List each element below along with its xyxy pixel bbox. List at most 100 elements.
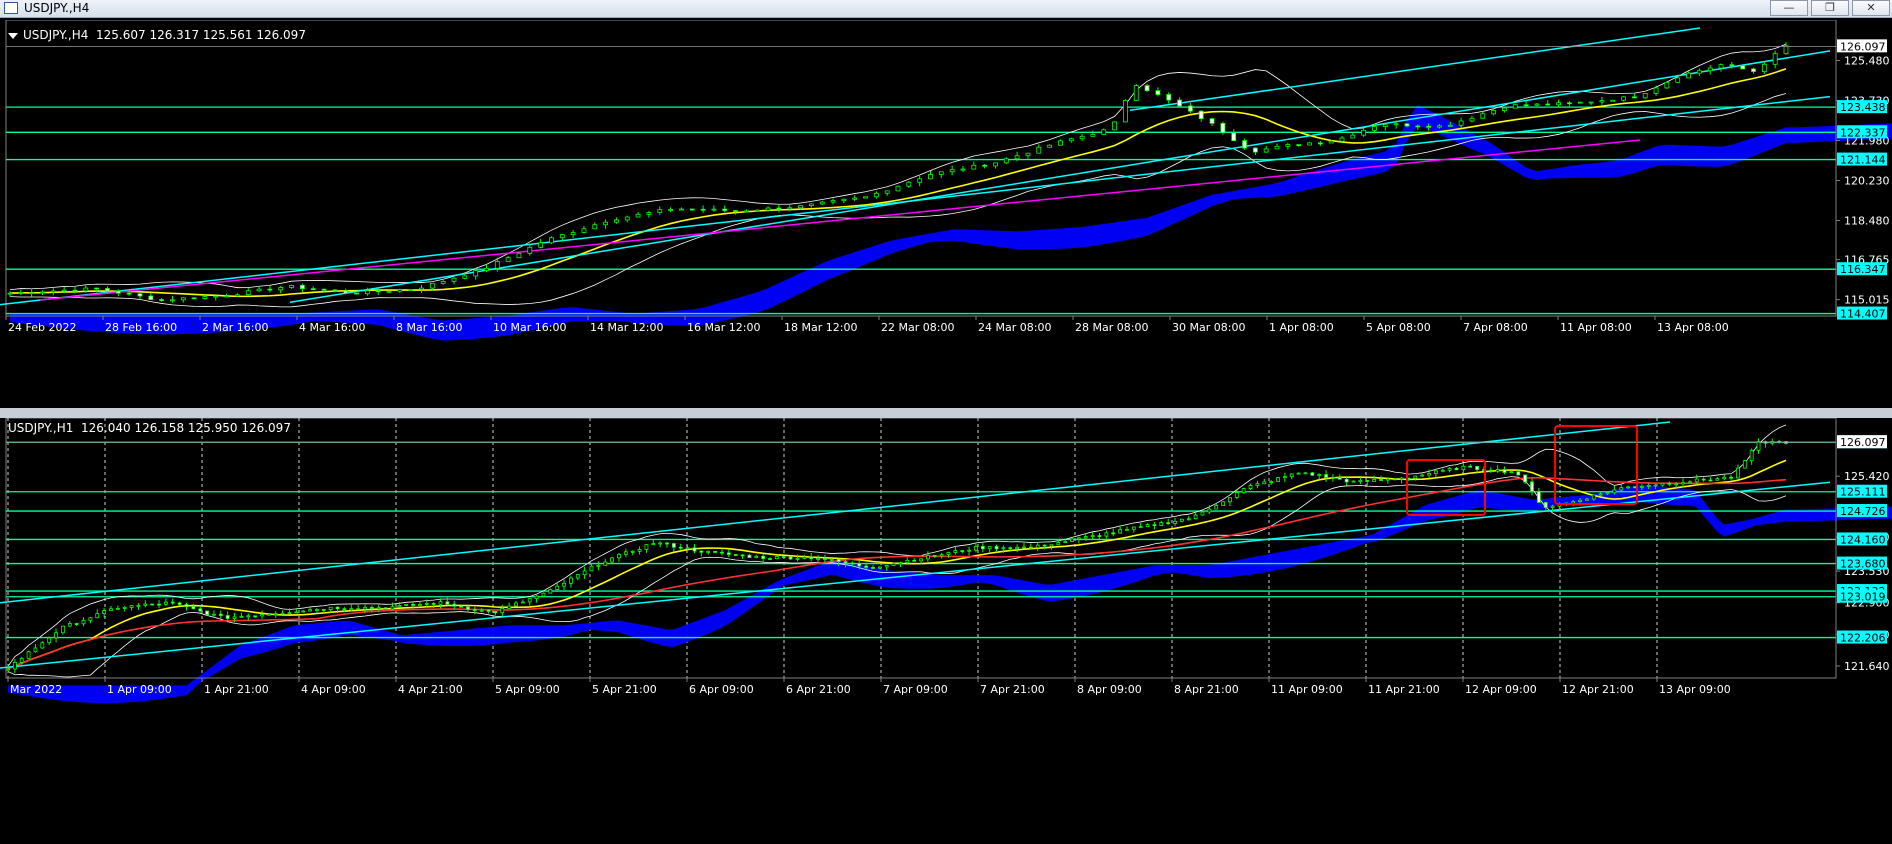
bearish-candle: [1008, 547, 1013, 550]
bullish-candle: [1339, 137, 1345, 142]
bullish-candle: [143, 603, 148, 606]
bearish-candle: [148, 295, 154, 300]
bullish-candle: [1047, 144, 1053, 148]
bearish-candle: [375, 290, 381, 293]
bullish-candle: [1696, 70, 1702, 74]
bearish-candle: [472, 608, 477, 611]
time-tick-label: 4 Apr 21:00: [398, 683, 463, 696]
bearish-candle: [1404, 123, 1410, 127]
trend-channel-line[interactable]: [0, 95, 1831, 306]
bullish-candle: [1502, 107, 1507, 111]
bearish-candle: [253, 615, 258, 618]
time-tick-label: 5 Apr 09:00: [495, 683, 560, 696]
bullish-candle: [596, 564, 601, 567]
bearish-candle: [1740, 65, 1746, 70]
bearish-candle: [1545, 103, 1551, 106]
bearish-candle: [864, 565, 869, 568]
bullish-candle: [440, 280, 446, 284]
bullish-candle: [1014, 155, 1020, 160]
bullish-candle: [1639, 485, 1644, 488]
bullish-candle: [1133, 85, 1139, 101]
price-chart-svg[interactable]: 125.480123.730121.980120.230118.480116.7…: [0, 20, 1892, 408]
bearish-candle: [747, 554, 752, 558]
bearish-candle: [1392, 478, 1397, 481]
bullish-candle: [1480, 113, 1486, 119]
time-tick-label: 13 Apr 09:00: [1659, 683, 1731, 696]
bearish-candle: [1379, 479, 1383, 481]
bullish-candle: [256, 288, 262, 292]
long-trend-line[interactable]: [39, 139, 1641, 301]
ichimoku-cloud: [8, 484, 1892, 704]
bullish-candle: [1303, 472, 1308, 475]
bullish-candle: [1036, 146, 1042, 154]
bullish-candle: [953, 550, 958, 553]
bullish-candle: [898, 562, 903, 564]
bearish-candle: [150, 603, 155, 606]
bullish-candle: [50, 290, 56, 293]
bullish-candle: [88, 617, 93, 621]
bearish-candle: [177, 602, 182, 605]
bullish-candle: [1686, 72, 1691, 79]
bullish-candle: [919, 558, 923, 562]
bullish-candle: [706, 551, 711, 553]
trend-channel-line[interactable]: [0, 481, 1831, 669]
bullish-candle: [891, 563, 896, 566]
bearish-candle: [1220, 123, 1226, 134]
bullish-candle: [180, 297, 186, 301]
maximize-button[interactable]: ❐: [1811, 0, 1849, 16]
bullish-candle: [527, 598, 532, 603]
bullish-candle: [1578, 499, 1582, 502]
time-tick-label: 11 Apr 21:00: [1368, 683, 1440, 696]
bearish-candle: [1242, 140, 1247, 149]
bullish-candle: [1413, 475, 1418, 479]
bearish-candle: [823, 558, 827, 560]
bullish-candle: [1646, 484, 1651, 487]
bullish-candle: [1193, 514, 1198, 520]
bullish-candle: [1749, 449, 1754, 462]
bullish-candle: [390, 606, 395, 610]
bearish-candle: [1667, 482, 1672, 485]
bearish-candle: [1296, 144, 1302, 146]
bullish-candle: [637, 548, 642, 552]
bullish-candle: [1159, 522, 1164, 526]
bullish-candle: [630, 550, 635, 553]
bullish-candle: [1653, 484, 1658, 487]
bearish-candle: [1708, 479, 1713, 482]
price-chart-svg[interactable]: 125.420124.210123.530122.900122.270121.6…: [0, 418, 1892, 844]
close-button[interactable]: ✕: [1852, 0, 1890, 16]
trend-channel-line[interactable]: [1129, 27, 1701, 112]
bearish-candle: [1310, 472, 1315, 476]
bullish-candle: [1276, 477, 1280, 483]
bullish-candle: [232, 616, 237, 619]
bearish-candle: [692, 547, 697, 552]
bullish-candle: [419, 287, 424, 290]
bullish-candle: [115, 608, 120, 610]
bearish-candle: [137, 293, 143, 297]
bearish-candle: [1516, 471, 1521, 476]
bullish-candle: [1274, 145, 1280, 150]
minimize-button[interactable]: —: [1770, 0, 1808, 16]
bearish-candle: [1042, 544, 1047, 547]
bullish-candle: [202, 296, 208, 299]
bullish-candle: [438, 601, 443, 605]
bullish-candle: [1722, 476, 1727, 480]
bullish-candle: [967, 549, 971, 552]
bullish-candle: [1138, 526, 1143, 529]
bullish-candle: [1351, 480, 1356, 483]
bullish-candle: [1307, 142, 1312, 146]
bearish-candle: [72, 289, 78, 292]
bullish-candle: [1783, 45, 1789, 55]
bearish-candle: [191, 297, 197, 300]
h4-chart-panel[interactable]: USDJPY.,H4 125.607 126.317 125.561 126.0…: [0, 20, 1892, 408]
bullish-candle: [1221, 501, 1225, 507]
chart-separator[interactable]: [0, 408, 1892, 418]
bullish-candle: [33, 647, 38, 653]
bearish-candle: [994, 546, 999, 550]
bearish-candle: [452, 603, 457, 607]
h1-chart-panel[interactable]: USDJPY.,H1 126.040 126.158 125.950 126.0…: [0, 418, 1892, 844]
bullish-candle: [1718, 64, 1724, 69]
bullish-candle: [623, 551, 628, 555]
bullish-candle: [555, 585, 560, 590]
bullish-candle: [538, 242, 544, 248]
bullish-candle: [1358, 480, 1363, 482]
